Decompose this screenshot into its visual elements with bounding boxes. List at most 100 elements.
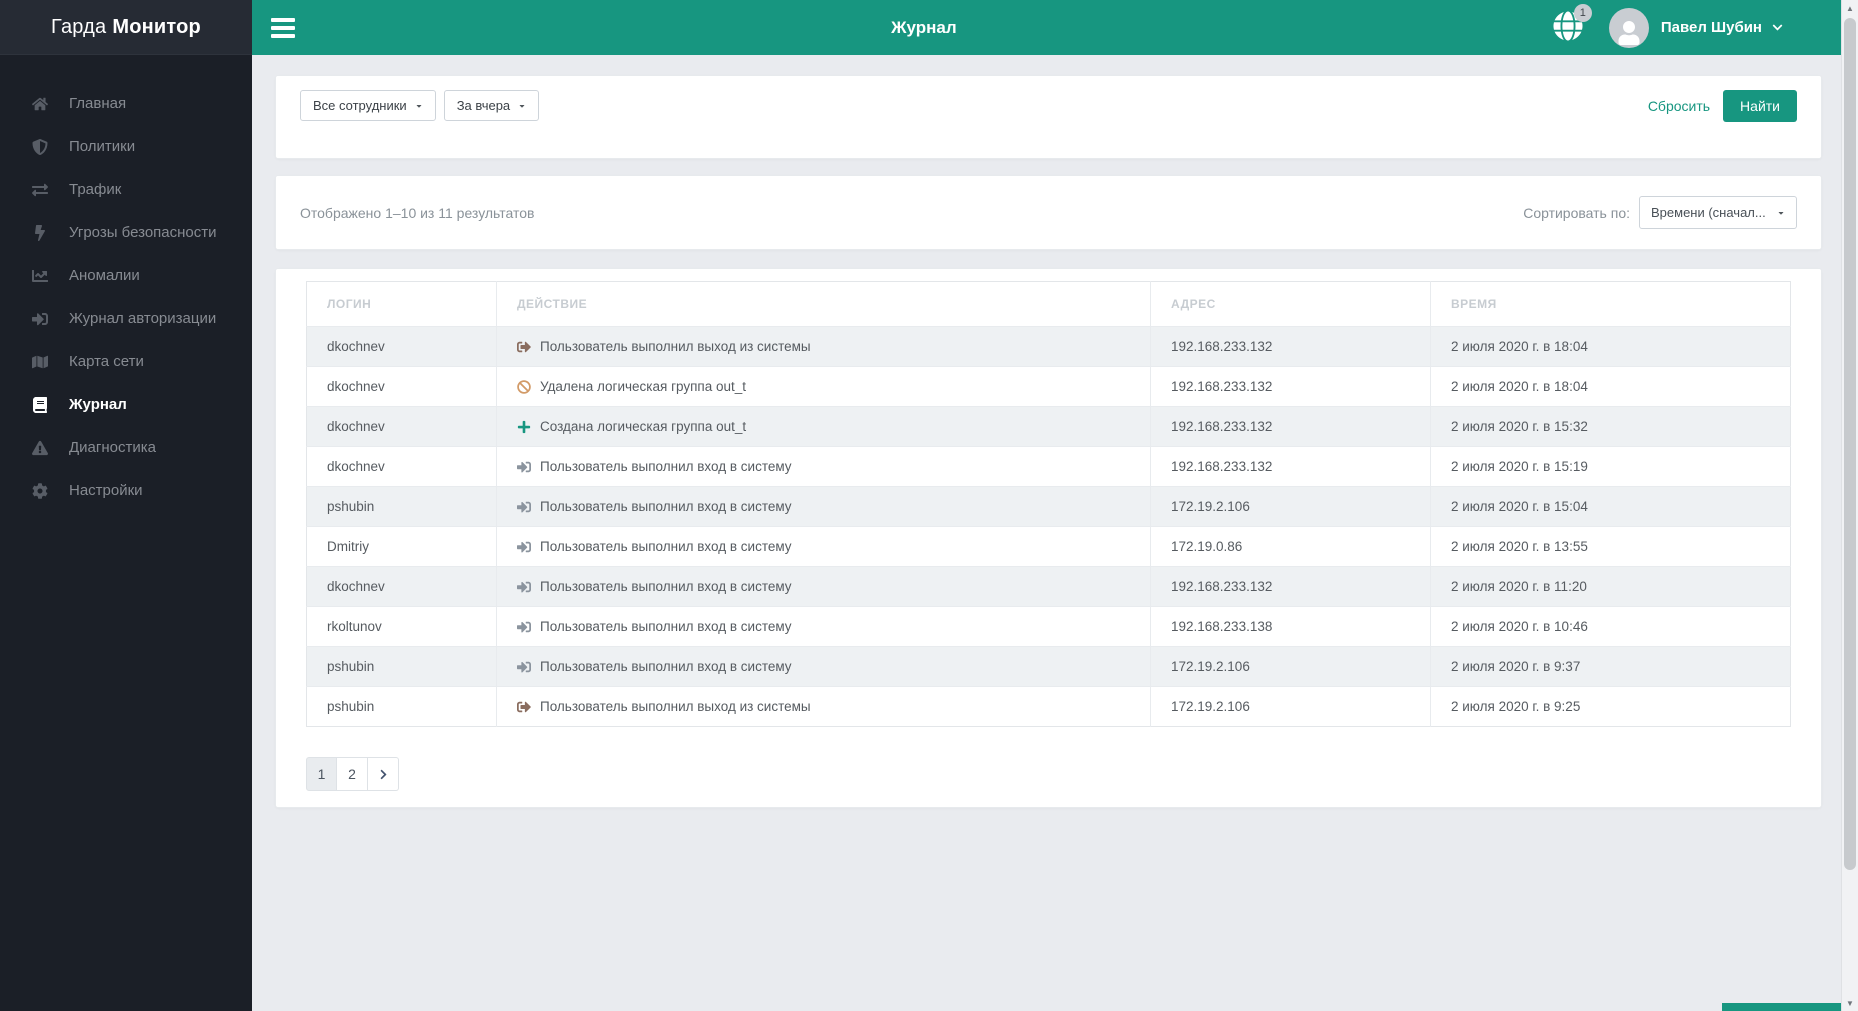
filter-actions: Сбросить Найти xyxy=(1648,90,1797,122)
sign-in-icon xyxy=(517,660,531,674)
login-cell: rkoltunov xyxy=(306,606,497,647)
bottom-accent-bar xyxy=(1722,1003,1841,1011)
avatar xyxy=(1608,7,1649,48)
time-cell: 2 июля 2020 г. в 18:04 xyxy=(1430,366,1791,407)
gear-icon xyxy=(30,482,50,499)
employee-filter-value: Все сотрудники xyxy=(313,98,407,113)
column-header: АДРЕС xyxy=(1150,281,1431,327)
table-row: pshubin Пользователь выполнил вход в сист… xyxy=(306,646,1791,687)
sidebar-item-chart-line[interactable]: Аномалии xyxy=(0,254,252,297)
sidebar-item-shield[interactable]: Политики xyxy=(0,125,252,168)
table-row: dkochnev Пользователь выполнил вход в сис… xyxy=(306,446,1791,487)
sidebar-item-warning-triangle[interactable]: Диагностика xyxy=(0,426,252,469)
sidebar-item-gear[interactable]: Настройки xyxy=(0,469,252,512)
top-header: Журнал 1 Павел Шубин xyxy=(252,0,1841,55)
page-button-1[interactable]: 1 xyxy=(306,757,337,791)
login-cell: dkochnev xyxy=(306,366,497,407)
warning-triangle-icon xyxy=(30,440,50,456)
column-header: ВРЕМЯ xyxy=(1430,281,1791,327)
sign-in-icon xyxy=(517,620,531,634)
action-cell: Пользователь выполнил выход из системы xyxy=(496,686,1151,727)
action-text: Пользователь выполнил выход из системы xyxy=(540,699,811,714)
page-title: Журнал xyxy=(891,17,957,37)
login-cell: pshubin xyxy=(306,686,497,727)
login-cell: dkochnev xyxy=(306,446,497,487)
results-summary: Отображено 1–10 из 11 результатов xyxy=(300,204,535,221)
sidebar-item-label: Трафик xyxy=(69,181,122,198)
action-cell: Пользователь выполнил вход в систему xyxy=(496,566,1151,607)
page-button-2[interactable]: 2 xyxy=(337,757,368,791)
caret-down-icon xyxy=(518,98,526,113)
time-cell: 2 июля 2020 г. в 10:46 xyxy=(1430,606,1791,647)
action-text: Пользователь выполнил выход из системы xyxy=(540,339,811,354)
period-filter-dropdown[interactable]: За вчера xyxy=(443,90,540,121)
next-page-button[interactable] xyxy=(368,757,399,791)
sign-in-icon xyxy=(30,311,50,327)
address-cell: 172.19.0.86 xyxy=(1150,526,1431,567)
login-cell: pshubin xyxy=(306,486,497,527)
address-cell: 192.168.233.132 xyxy=(1150,326,1431,367)
pagination: 12 xyxy=(306,757,399,791)
action-cell: Пользователь выполнил вход в систему xyxy=(496,606,1151,647)
login-cell: dkochnev xyxy=(306,406,497,447)
shield-icon xyxy=(30,138,50,155)
table-row: dkochnev Пользователь выполнил выход из с… xyxy=(306,326,1791,367)
sidebar-item-label: Карта сети xyxy=(69,353,144,370)
sort-value: Времени (сначал... xyxy=(1651,205,1766,220)
address-cell: 192.168.233.132 xyxy=(1150,446,1431,487)
employee-filter-dropdown[interactable]: Все сотрудники xyxy=(300,90,436,121)
search-button[interactable]: Найти xyxy=(1723,90,1797,122)
chevron-down-icon xyxy=(1772,20,1783,36)
action-text: Удалена логическая группа out_t xyxy=(540,379,747,394)
column-header: ДЕЙСТВИЕ xyxy=(496,281,1151,327)
sidebar-item-label: Журнал xyxy=(69,396,127,413)
action-text: Пользователь выполнил вход в систему xyxy=(540,619,792,634)
time-cell: 2 июля 2020 г. в 13:55 xyxy=(1430,526,1791,567)
sidebar-item-book[interactable]: Журнал xyxy=(0,383,252,426)
scroll-down-arrow-icon[interactable]: ▼ xyxy=(1842,995,1858,1011)
table-row: dkochnev Пользователь выполнил вход в сис… xyxy=(306,566,1791,607)
table-row: pshubin Пользователь выполнил вход в сист… xyxy=(306,486,1791,527)
login-cell: dkochnev xyxy=(306,326,497,367)
login-cell: pshubin xyxy=(306,646,497,687)
address-cell: 192.168.233.132 xyxy=(1150,566,1431,607)
sort-dropdown[interactable]: Времени (сначал... xyxy=(1639,196,1797,229)
log-table-panel: ЛОГИН ДЕЙСТВИЕ АДРЕС ВРЕМЯ dkochnev Пользова… xyxy=(275,268,1822,808)
brand-name-regular: Гарда xyxy=(51,15,107,38)
user-menu[interactable]: Павел Шубин xyxy=(1608,7,1783,48)
table-row: dkochnev Создана логическая группа out_t 1… xyxy=(306,406,1791,447)
address-cell: 192.168.233.132 xyxy=(1150,366,1431,407)
action-cell: Пользователь выполнил вход в систему xyxy=(496,486,1151,527)
sidebar-item-map[interactable]: Карта сети xyxy=(0,340,252,383)
brand-name-bold: Монитор xyxy=(112,15,201,38)
header-actions: 1 Павел Шубин xyxy=(1553,4,1783,48)
action-cell: Пользователь выполнил вход в систему xyxy=(496,526,1151,567)
sidebar-item-sign-in[interactable]: Журнал авторизации xyxy=(0,297,252,340)
action-cell: Пользователь выполнил вход в систему xyxy=(496,446,1151,487)
action-text: Пользователь выполнил вход в систему xyxy=(540,659,792,674)
plus-icon xyxy=(517,420,531,434)
sidebar-item-label: Главная xyxy=(69,95,127,112)
reset-link[interactable]: Сбросить xyxy=(1648,98,1710,114)
table-header-row: ЛОГИН ДЕЙСТВИЕ АДРЕС ВРЕМЯ xyxy=(306,281,1791,327)
sign-in-icon xyxy=(517,580,531,594)
vertical-scrollbar[interactable]: ▲ ▼ xyxy=(1841,0,1858,1011)
sidebar-item-label: Диагностика xyxy=(69,439,156,456)
app-logo: Гарда Монитор xyxy=(0,0,252,55)
scroll-up-arrow-icon[interactable]: ▲ xyxy=(1842,0,1858,16)
sidebar-item-label: Угрозы безопасности xyxy=(69,224,217,241)
sidebar-item-bolt[interactable]: Угрозы безопасности xyxy=(0,211,252,254)
sign-in-icon xyxy=(517,540,531,554)
sidebar-item-exchange[interactable]: Трафик xyxy=(0,168,252,211)
sidebar-item-home[interactable]: Главная xyxy=(0,82,252,125)
notifications-button[interactable]: 1 xyxy=(1553,4,1592,44)
user-icon xyxy=(1617,20,1641,48)
exchange-icon xyxy=(30,182,50,198)
log-table: ЛОГИН ДЕЙСТВИЕ АДРЕС ВРЕМЯ dkochnev Пользова… xyxy=(306,281,1791,727)
address-cell: 192.168.233.138 xyxy=(1150,606,1431,647)
user-name: Павел Шубин xyxy=(1660,19,1762,36)
menu-toggle-button[interactable] xyxy=(271,14,295,42)
filter-controls: Все сотрудники За вчера xyxy=(300,90,540,121)
action-cell: Удалена логическая группа out_t xyxy=(496,366,1151,407)
scrollbar-thumb[interactable] xyxy=(1844,18,1856,870)
